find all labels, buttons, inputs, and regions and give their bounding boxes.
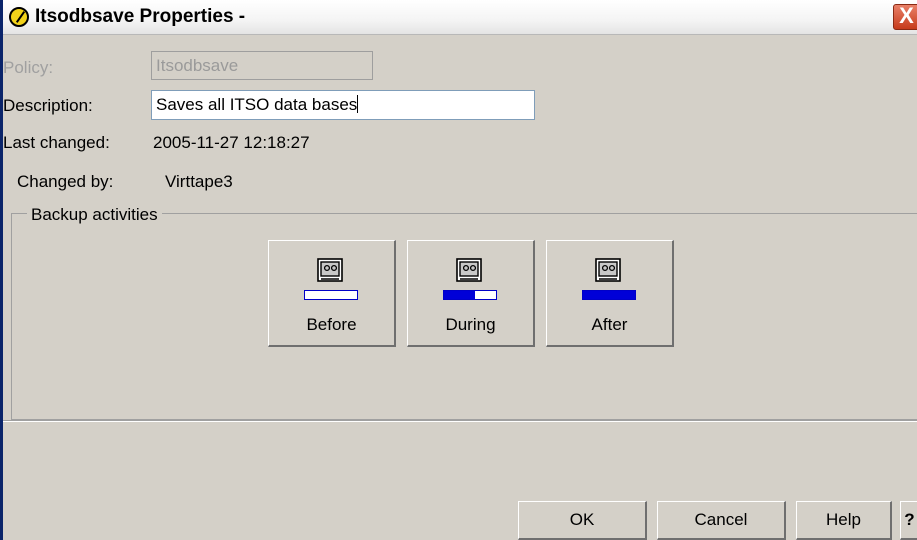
backup-activities-label: Backup activities bbox=[27, 205, 162, 225]
after-button[interactable]: After bbox=[546, 240, 674, 347]
changed-by-value: Virttape3 bbox=[165, 172, 233, 191]
close-button[interactable]: X bbox=[893, 4, 917, 30]
during-button[interactable]: During bbox=[407, 240, 535, 347]
policy-label: Policy: bbox=[3, 58, 54, 77]
text-caret bbox=[357, 95, 359, 113]
description-text: Saves all ITSO data bases bbox=[156, 95, 358, 114]
progress-bar bbox=[304, 290, 358, 300]
tape-drive-icon bbox=[595, 258, 621, 282]
whats-this-button[interactable]: ? bbox=[900, 501, 917, 540]
cancel-button[interactable]: Cancel bbox=[657, 501, 786, 540]
help-button[interactable]: Help bbox=[796, 501, 892, 540]
progress-bar bbox=[443, 290, 497, 300]
description-field[interactable]: Saves all ITSO data bases bbox=[151, 90, 535, 120]
before-button[interactable]: Before bbox=[268, 240, 396, 347]
progress-bar bbox=[582, 290, 636, 300]
after-label: After bbox=[591, 315, 628, 334]
separator bbox=[3, 420, 917, 422]
during-label: During bbox=[445, 315, 496, 334]
window-title: Itsodbsave Properties - bbox=[35, 6, 246, 27]
policy-icon bbox=[9, 7, 29, 27]
before-label: Before bbox=[306, 315, 357, 334]
policy-field: Itsodbsave bbox=[151, 51, 373, 80]
tape-drive-icon bbox=[317, 258, 343, 282]
properties-dialog: Itsodbsave Properties - X Policy: Itsodb… bbox=[0, 0, 917, 540]
title-bar[interactable]: Itsodbsave Properties - X bbox=[3, 0, 917, 35]
last-changed-value: 2005-11-27 12:18:27 bbox=[153, 133, 310, 152]
changed-by-label: Changed by: bbox=[17, 172, 114, 191]
description-label: Description: bbox=[3, 96, 93, 115]
progress-fill bbox=[444, 291, 476, 299]
ok-button[interactable]: OK bbox=[518, 501, 647, 540]
last-changed-label: Last changed: bbox=[3, 133, 110, 152]
tape-drive-icon bbox=[456, 258, 482, 282]
progress-fill bbox=[583, 291, 635, 299]
